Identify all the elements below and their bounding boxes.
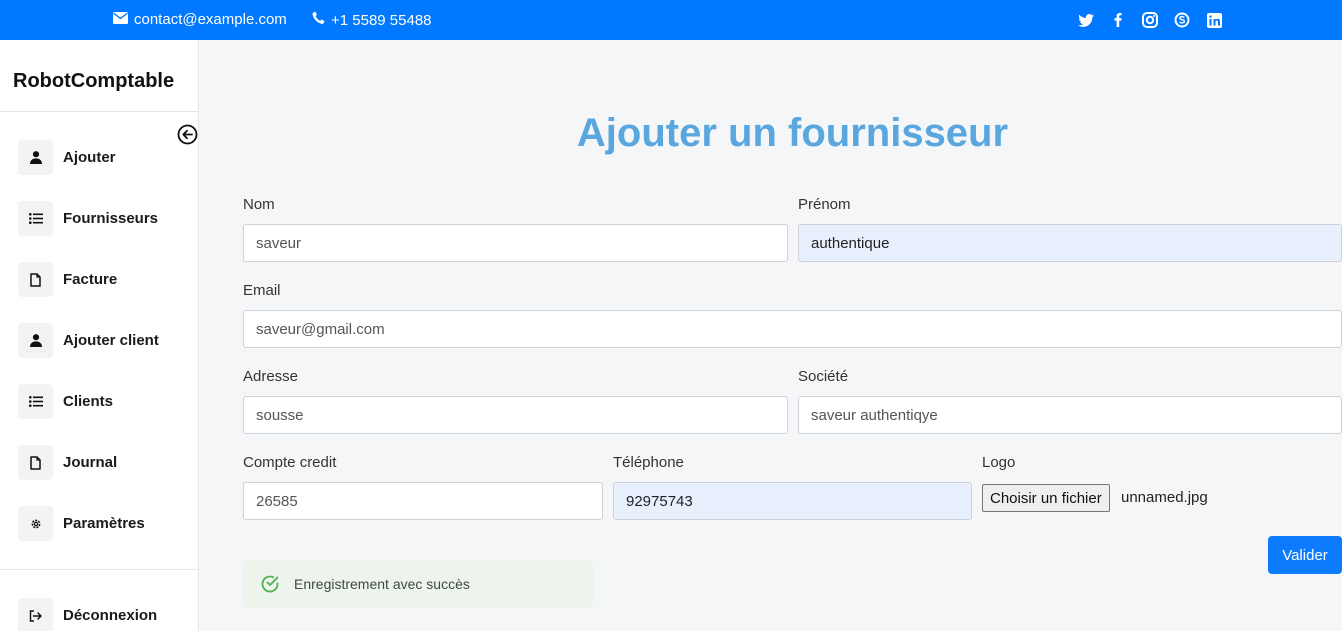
success-alert: Enregistrement avec succès — [243, 560, 593, 608]
top-bar: contact@example.com +1 5589 55488 — [0, 0, 1342, 40]
adresse-label: Adresse — [243, 368, 299, 385]
compte-credit-input[interactable]: 26585 — [243, 482, 603, 520]
collapse-sidebar-button[interactable] — [177, 124, 198, 145]
contact-phone-text: +1 5589 55488 — [331, 11, 432, 29]
instagram-icon[interactable] — [1142, 11, 1158, 29]
sidebar-item-label: Facture — [63, 271, 118, 288]
app-brand[interactable]: RobotComptable — [13, 70, 174, 93]
selected-file-name: unnamed.jpg — [1121, 489, 1208, 506]
gear-icon — [18, 506, 53, 541]
logo-label: Logo — [982, 454, 1016, 471]
page-title: Ajouter un fournisseur — [576, 111, 1009, 155]
societe-input[interactable]: saveur authentiqye — [798, 396, 1342, 434]
sidebar-item-label: Journal — [63, 454, 118, 471]
sidebar-item-label: Ajouter client — [63, 332, 159, 349]
list-icon — [18, 201, 53, 236]
sidebar-item-label: Paramètres — [63, 515, 145, 532]
arrow-left-circle-icon — [177, 124, 198, 149]
alert-message: Enregistrement avec succès — [294, 576, 470, 592]
sidebar-item-ajouter-client[interactable]: Ajouter client — [18, 323, 159, 358]
sidebar-item-label: Clients — [63, 393, 114, 410]
logout-icon — [18, 598, 53, 631]
sidebar-divider — [0, 569, 199, 570]
envelope-icon — [113, 11, 128, 28]
compte-credit-label: Compte credit — [243, 454, 337, 471]
sidebar: RobotComptable Ajouter Fournisseurs Fact… — [0, 40, 199, 631]
contact-email-text: contact@example.com — [134, 11, 287, 28]
email-label: Email — [243, 282, 281, 299]
telephone-label: Téléphone — [613, 454, 684, 471]
list-icon — [18, 384, 53, 419]
sidebar-item-journal[interactable]: Journal — [18, 445, 117, 480]
sidebar-item-clients[interactable]: Clients — [18, 384, 113, 419]
phone-icon — [312, 11, 325, 29]
contact-email[interactable]: contact@example.com — [113, 11, 287, 28]
contact-phone[interactable]: +1 5589 55488 — [312, 11, 432, 29]
brand-divider — [0, 111, 199, 112]
telephone-input[interactable]: 92975743 — [613, 482, 972, 520]
valider-button[interactable]: Valider — [1268, 536, 1342, 574]
prenom-label: Prénom — [798, 196, 851, 213]
sidebar-item-facture[interactable]: Facture — [18, 262, 117, 297]
skype-icon[interactable] — [1174, 11, 1190, 29]
file-icon — [18, 262, 53, 297]
check-circle-icon — [260, 574, 280, 594]
sidebar-item-label: Déconnexion — [63, 607, 158, 624]
linkedin-icon[interactable] — [1206, 11, 1222, 29]
nom-input[interactable]: saveur — [243, 224, 788, 262]
sidebar-item-label: Fournisseurs — [63, 210, 159, 227]
email-input[interactable]: saveur@gmail.com — [243, 310, 1342, 348]
adresse-input[interactable]: sousse — [243, 396, 788, 434]
nom-label: Nom — [243, 196, 275, 213]
facebook-icon[interactable] — [1110, 11, 1126, 29]
prenom-input[interactable]: authentique — [798, 224, 1342, 262]
sidebar-item-fournisseurs[interactable]: Fournisseurs — [18, 201, 158, 236]
societe-label: Société — [798, 368, 849, 385]
sidebar-item-parametres[interactable]: Paramètres — [18, 506, 145, 541]
choose-file-button[interactable]: Choisir un fichier — [982, 484, 1110, 512]
user-icon — [18, 140, 53, 175]
sidebar-item-label: Ajouter — [63, 149, 116, 166]
user-icon — [18, 323, 53, 358]
sidebar-item-deconnexion[interactable]: Déconnexion — [18, 598, 157, 631]
twitter-icon[interactable] — [1078, 11, 1094, 29]
sidebar-item-ajouter[interactable]: Ajouter — [18, 140, 116, 175]
social-links — [1078, 11, 1222, 29]
file-icon — [18, 445, 53, 480]
